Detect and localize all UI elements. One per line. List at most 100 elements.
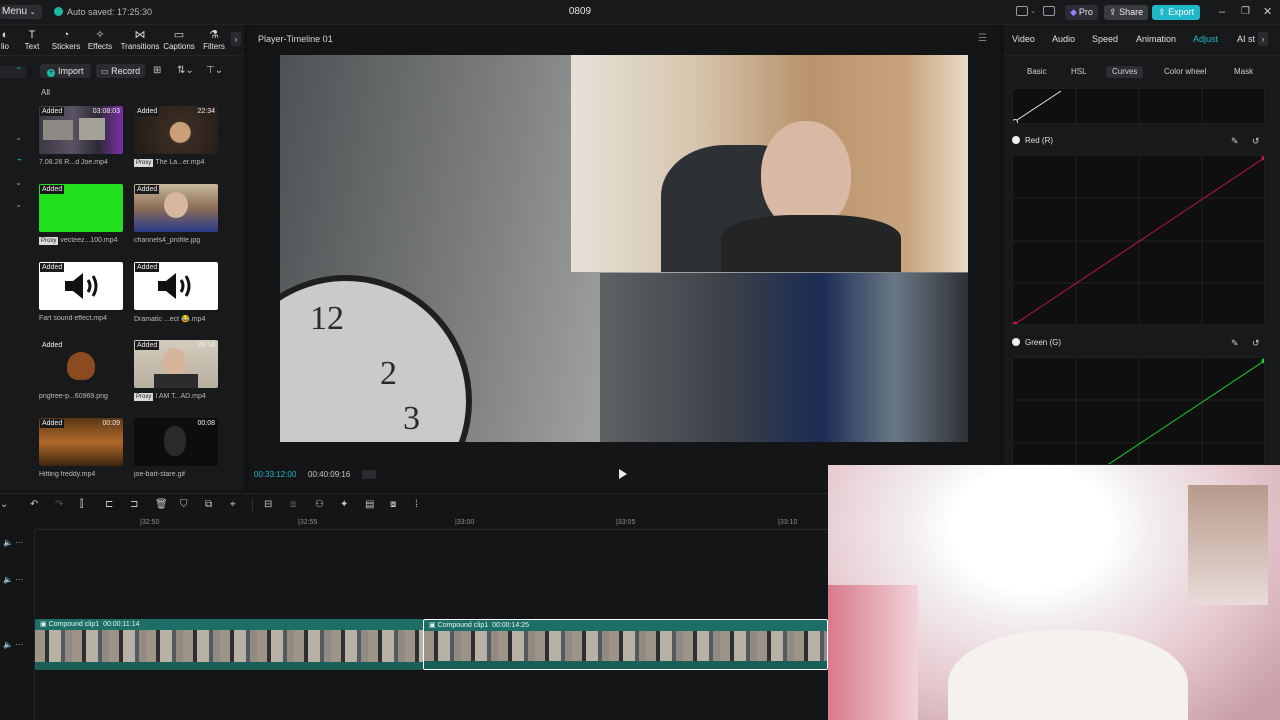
auto-cut-icon[interactable]: ⊟ bbox=[264, 499, 272, 510]
freeze-icon[interactable]: ⧈ bbox=[290, 499, 296, 510]
subtab-color-wheel[interactable]: Color wheel bbox=[1158, 66, 1212, 78]
media-item[interactable]: Added 03:08:03 7.08.26 R...d Joe.mp4 bbox=[39, 106, 123, 166]
chevron-down-icon[interactable]: ⌄ bbox=[0, 499, 8, 510]
tab-animation[interactable]: Animation bbox=[1136, 34, 1176, 44]
media-item[interactable]: Added 29:14 Proxy I AM T...AD.mp4 bbox=[134, 340, 218, 401]
timeline-clip-selected[interactable]: ▣ Compound clip1 00:00:14:25 bbox=[423, 619, 828, 670]
maximize-icon[interactable]: ❐ bbox=[1241, 5, 1250, 19]
audio-split-icon[interactable]: ⁞ bbox=[415, 499, 418, 510]
eyedropper-icon[interactable]: ✎ bbox=[1231, 136, 1239, 147]
eyedropper-icon[interactable]: ✎ bbox=[1231, 338, 1239, 349]
sidebar-item-local[interactable]: ⌃ bbox=[0, 66, 26, 78]
media-item[interactable]: Added Fart sound effect.mp4 bbox=[39, 262, 123, 322]
shortcuts-icon[interactable] bbox=[1043, 6, 1055, 16]
divider bbox=[0, 55, 244, 56]
split-icon[interactable]: ⫿ bbox=[80, 499, 83, 510]
tab-captions[interactable]: ▭ Captions bbox=[160, 29, 198, 51]
pro-button[interactable]: ◆ Pro bbox=[1065, 5, 1098, 20]
media-filename: Proxy vecteez...100.mp4 bbox=[39, 237, 123, 245]
person-icon[interactable]: ⚇ bbox=[315, 499, 324, 510]
tab-video[interactable]: Video bbox=[1012, 34, 1035, 44]
crop-icon[interactable]: ⧉ bbox=[205, 499, 212, 510]
reset-icon[interactable]: ↺ bbox=[1252, 338, 1260, 349]
split-right-icon[interactable]: ⊐ bbox=[130, 499, 138, 510]
tab-label: Stickers bbox=[51, 42, 81, 51]
proxy-badge: Proxy bbox=[134, 159, 154, 167]
media-item[interactable]: Added pngtree-p...60969.png bbox=[39, 340, 123, 400]
redo-icon[interactable]: ↷ bbox=[55, 499, 63, 510]
menu-button[interactable]: Menu ⌄ bbox=[0, 5, 42, 19]
sidebar-item-spaces[interactable]: ⌄ bbox=[0, 178, 26, 190]
track-volume-icon[interactable]: 🔈 ⋯ bbox=[3, 575, 23, 584]
reset-icon[interactable]: ↺ bbox=[1252, 136, 1260, 147]
chevron-down-icon[interactable]: ⌄ bbox=[1030, 7, 1036, 15]
captions-icon[interactable]: ▤ bbox=[365, 499, 374, 510]
track-volume-icon[interactable]: 🔈 ⋯ bbox=[3, 538, 23, 547]
shield-icon[interactable]: ⛉ bbox=[180, 499, 188, 510]
media-item[interactable]: Added Dramatic ...ect 😂.mp4 bbox=[134, 262, 218, 323]
export-button[interactable]: ⇪ Export bbox=[1152, 5, 1201, 20]
subtab-curves[interactable]: Curves bbox=[1106, 66, 1144, 78]
magic-wand-icon[interactable]: ✦ bbox=[340, 499, 348, 510]
clip-waveform bbox=[424, 661, 827, 669]
filter-icon[interactable]: ⊤⌄ bbox=[206, 65, 223, 76]
media-item[interactable]: Added Proxy vecteez...100.mp4 bbox=[39, 184, 123, 245]
added-badge: Added bbox=[135, 107, 160, 116]
project-title: 0809 bbox=[568, 6, 592, 17]
media-item[interactable]: Added 22:34 Proxy The La...er.mp4 bbox=[134, 106, 218, 167]
media-item[interactable]: Added 00:09 Hitting freddy.mp4 bbox=[39, 418, 123, 478]
clip-label: Compound clip1 bbox=[48, 621, 100, 628]
split-left-icon[interactable]: ⊏ bbox=[105, 499, 113, 510]
ruler-line bbox=[36, 529, 828, 530]
menu-icon[interactable]: ☰ bbox=[978, 33, 987, 44]
media-item[interactable]: Added channels4_profile.jpg bbox=[134, 184, 218, 244]
share-label: Share bbox=[1119, 7, 1144, 17]
subtab-hsl[interactable]: HSL bbox=[1065, 66, 1093, 78]
red-curve-label-text: Red (R) bbox=[1025, 136, 1054, 145]
share-button[interactable]: ⇪ Share bbox=[1104, 5, 1149, 20]
tab-audio[interactable]: Audio bbox=[1052, 34, 1075, 44]
luminance-curve[interactable] bbox=[1012, 88, 1265, 124]
ruler-label: |33:00 bbox=[455, 519, 475, 526]
minimize-icon[interactable]: – bbox=[1219, 5, 1225, 19]
sort-icon[interactable]: ⇅⌄ bbox=[177, 65, 194, 76]
sidebar-item-library[interactable]: ⌄ bbox=[0, 133, 26, 145]
grid-view-icon[interactable]: ⊞ bbox=[153, 65, 161, 76]
close-icon[interactable]: ✕ bbox=[1263, 5, 1272, 19]
red-curve[interactable] bbox=[1012, 155, 1265, 325]
import-label: Import bbox=[58, 66, 84, 76]
chevron-right-icon[interactable]: › bbox=[1258, 32, 1268, 46]
tab-speed[interactable]: Speed bbox=[1092, 34, 1118, 44]
subtab-mask[interactable]: Mask bbox=[1228, 66, 1259, 78]
import-button[interactable]: + Import bbox=[40, 64, 91, 78]
webcam-inset-video bbox=[571, 55, 968, 272]
layout-icon[interactable] bbox=[1016, 6, 1028, 16]
tab-transitions[interactable]: ⋈ Transitions bbox=[120, 29, 160, 51]
chevron-down-icon: ⌄ bbox=[15, 178, 22, 187]
green-curve[interactable] bbox=[1012, 357, 1265, 465]
tab-stickers[interactable]: ◔ Stickers bbox=[47, 29, 85, 51]
media-item[interactable]: 00:08 joe-bart-stare.gif bbox=[134, 418, 218, 478]
tab-filters[interactable]: ⚗ Filters bbox=[195, 29, 233, 51]
speed-icon[interactable]: ⌖ bbox=[230, 499, 236, 510]
chevron-right-icon[interactable]: › bbox=[231, 32, 241, 46]
record-button[interactable]: ▭ Record bbox=[96, 64, 146, 78]
timecode-toggle[interactable] bbox=[362, 470, 376, 479]
sidebar-item-brand[interactable]: ⌁ bbox=[0, 155, 26, 167]
track-volume-icon[interactable]: 🔈 ⋯ bbox=[3, 640, 23, 649]
camera-tracking-icon[interactable]: ⧇ bbox=[390, 499, 396, 510]
play-icon[interactable] bbox=[619, 469, 627, 479]
delete-icon[interactable]: 🗑 bbox=[155, 499, 168, 510]
sidebar-item-more[interactable] bbox=[0, 224, 26, 236]
tab-effects[interactable]: ✧ Effects bbox=[81, 29, 119, 51]
webcam-wall-shape bbox=[828, 585, 918, 720]
sidebar-item-ai[interactable]: ⌄ bbox=[0, 200, 26, 212]
subtab-basic[interactable]: Basic bbox=[1021, 66, 1053, 78]
tab-adjust[interactable]: Adjust bbox=[1193, 34, 1218, 44]
added-badge: Added bbox=[135, 263, 160, 272]
tab-ai-style[interactable]: AI st bbox=[1237, 34, 1255, 44]
timeline-clip[interactable]: ▣ Compound clip1 00:00:11:14 bbox=[35, 619, 423, 670]
preview-canvas[interactable]: 12 2 3 bbox=[280, 55, 968, 442]
tab-text[interactable]: T Text bbox=[13, 29, 51, 51]
undo-icon[interactable]: ↶ bbox=[30, 499, 38, 510]
